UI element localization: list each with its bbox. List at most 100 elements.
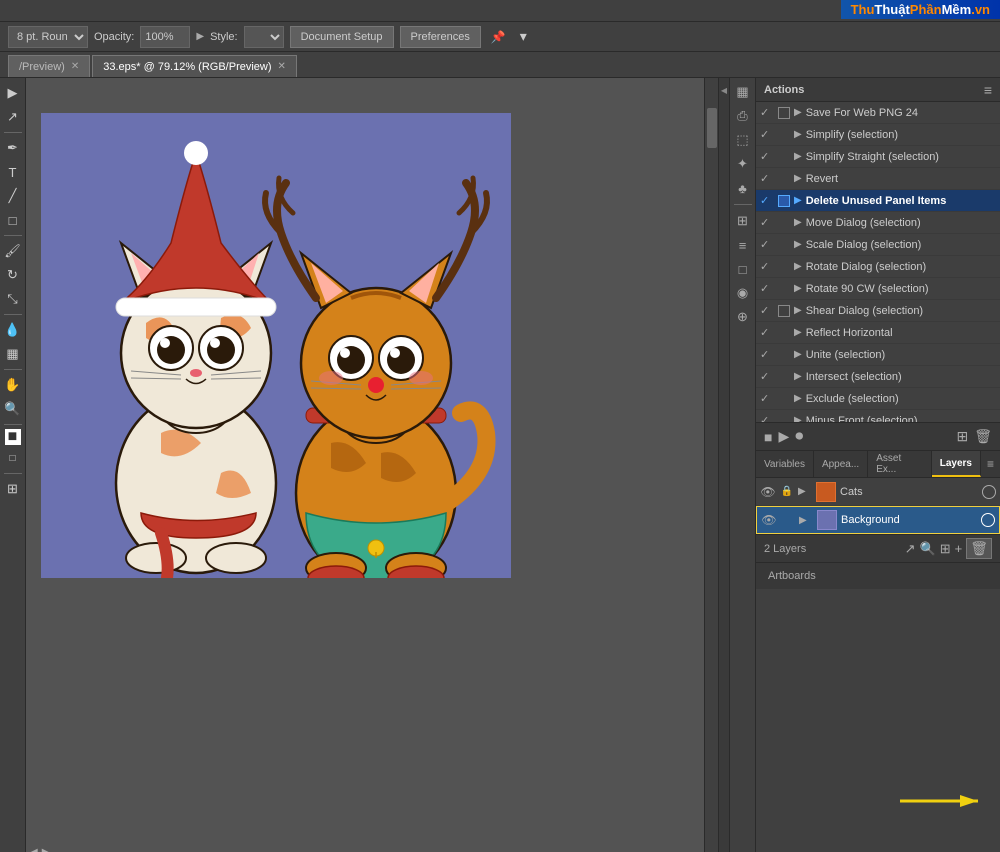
v-scrollbar[interactable] [704,78,718,852]
panel-icon-7[interactable]: ≡ [733,235,753,255]
fill-color[interactable]: ■ [5,429,21,445]
action-item[interactable]: ✓ ▶ Shear Dialog (selection) [756,300,1000,322]
layer-eye-background[interactable]: 👁 [761,512,777,528]
tool-divider-2 [4,235,22,236]
delete-layer-icon[interactable]: 🗑 [966,538,992,559]
panel-icon-4[interactable]: ✦ [733,154,753,174]
new-layer-icon[interactable]: + [955,541,963,556]
pin-icon[interactable]: 📌 [487,30,510,44]
action-label-8: Rotate Dialog (selection) [806,261,926,273]
tab-layers[interactable]: Layers [932,451,981,477]
collapse-arrow[interactable]: ◀ [721,86,727,95]
preferences-button[interactable]: Preferences [400,26,481,48]
locate-icon[interactable]: 🔍 [920,541,936,557]
action-label-3: Simplify Straight (selection) [806,151,939,163]
panel-icon-9[interactable]: ◉ [733,283,753,303]
layer-lock-cats[interactable]: 🔒 [780,485,794,499]
layer-eye-cats[interactable]: 👁 [760,484,776,500]
action-item[interactable]: ✓ ▶ Unite (selection) [756,344,1000,366]
action-item[interactable]: ✓ ▶ Simplify Straight (selection) [756,146,1000,168]
tab-preview-close[interactable]: ✕ [71,61,79,72]
selection-tool[interactable]: ▶ [2,82,24,104]
action-label-5: Delete Unused Panel Items [806,195,947,207]
action-item[interactable]: ✓ ▶ Minus Front (selection) [756,410,1000,422]
type-tool[interactable]: T [2,161,24,183]
opacity-input[interactable] [140,26,190,48]
panel-icon-2[interactable]: ⎙ [733,106,753,126]
arrow-down-icon[interactable]: ▾ [516,28,531,45]
record-btn[interactable]: ⏺ [795,428,803,446]
panel-icon-5[interactable]: ♣ [733,178,753,198]
panel-icon-6[interactable]: ⊞ [733,211,753,231]
tab-appearance[interactable]: Appea... [814,451,868,477]
action-item-highlighted[interactable]: ✓ ▶ Delete Unused Panel Items [756,190,1000,212]
rotate-tool[interactable]: ↻ [2,264,24,286]
layer-arrow-background[interactable]: ▶ [799,515,813,526]
graph-tool[interactable]: ▦ [2,343,24,365]
action-item[interactable]: ✓ ▶ Intersect (selection) [756,366,1000,388]
stop-btn[interactable]: ■ [764,429,772,445]
style-select[interactable] [244,26,284,48]
arrow-10: ▶ [794,305,802,316]
tab-asset-export[interactable]: Asset Ex... [868,451,932,477]
panel-icon-8[interactable]: □ [733,259,753,279]
actions-footer: ■ ▶ ⏺ ⊞ 🗑 [756,422,1000,450]
move-tool[interactable]: ⊞ [2,478,24,500]
layer-arrow-cats[interactable]: ▶ [798,486,812,497]
rect-tool[interactable]: □ [2,209,24,231]
layer-lock-background[interactable] [781,513,795,527]
sq-10 [778,305,790,317]
right-icon-strip: ▦ ⎙ ⬚ ✦ ♣ ⊞ ≡ □ ◉ ⊕ [730,78,756,852]
action-item[interactable]: ✓ ▶ Scale Dialog (selection) [756,234,1000,256]
square-1 [778,107,790,119]
check-6: ✓ [760,216,774,229]
action-item[interactable]: ✓ ▶ Exclude (selection) [756,388,1000,410]
collect-icon[interactable]: ⊞ [940,541,951,557]
watermark-phan: Phần [910,2,942,17]
panel-icon-10[interactable]: ⊕ [733,307,753,327]
stroke-color[interactable]: □ [2,447,24,469]
action-item[interactable]: ✓ ▶ Simplify (selection) [756,124,1000,146]
check-10: ✓ [760,304,774,317]
action-item[interactable]: ✓ ▶ Reflect Horizontal [756,322,1000,344]
make-layer-icon[interactable]: ↗ [905,541,916,557]
layer-row-background[interactable]: 👁 ▶ Background [756,506,1000,534]
action-item[interactable]: ✓ ▶ Rotate Dialog (selection) [756,256,1000,278]
pen-tool[interactable]: ✒ [2,137,24,159]
tab-variables[interactable]: Variables [756,451,814,477]
hand-tool[interactable]: ✋ [2,374,24,396]
nav-right-icon[interactable]: ▶ [42,847,50,852]
panel-icon-3[interactable]: ⬚ [733,130,753,150]
collapse-strip[interactable]: ◀ [718,78,730,852]
opacity-arrow: ▶ [196,31,204,42]
panel-tabs-menu[interactable]: ≡ [981,451,1000,477]
panel-icon-1[interactable]: ▦ [733,82,753,102]
delete-action-btn[interactable]: 🗑 [974,428,992,445]
action-item[interactable]: ✓ ▶ Move Dialog (selection) [756,212,1000,234]
transform-tool[interactable]: ⤡ [2,288,24,310]
zoom-tool[interactable]: 🔍 [2,398,24,420]
line-tool[interactable]: ╱ [2,185,24,207]
action-item[interactable]: ✓ ▶ Rotate 90 CW (selection) [756,278,1000,300]
action-item[interactable]: ✓ ▶ Revert [756,168,1000,190]
check-5: ✓ [760,194,774,207]
brush-size-select[interactable]: 8 pt. Round [8,26,88,48]
tab-main-close[interactable]: ✕ [278,61,286,72]
arrow-12: ▶ [794,349,802,360]
play-btn[interactable]: ▶ [778,428,789,445]
nav-left-icon[interactable]: ◀ [30,847,38,852]
eyedropper-tool[interactable]: 💧 [2,319,24,341]
right-panel: Actions ≡ ✓ ▶ Save For Web PNG 24 ✓ ▶ Si… [756,78,1000,852]
action-label-1: Save For Web PNG 24 [806,107,918,119]
document-setup-button[interactable]: Document Setup [290,26,394,48]
paintbrush-tool[interactable]: 🖌 [2,240,24,262]
tool-divider-6 [4,473,22,474]
tab-main[interactable]: 33.eps* @ 79.12% (RGB/Preview) ✕ [92,55,297,77]
tab-preview[interactable]: /Preview) ✕ [8,55,90,77]
new-action-btn[interactable]: ⊞ [956,428,968,445]
actions-menu-btn[interactable]: ≡ [984,82,992,98]
action-item[interactable]: ✓ ▶ Save For Web PNG 24 [756,102,1000,124]
layer-row-cats[interactable]: 👁 🔒 ▶ Cats [756,478,1000,506]
artboards-tab[interactable]: Artboards [756,563,828,589]
direct-select-tool[interactable]: ↗ [2,106,24,128]
